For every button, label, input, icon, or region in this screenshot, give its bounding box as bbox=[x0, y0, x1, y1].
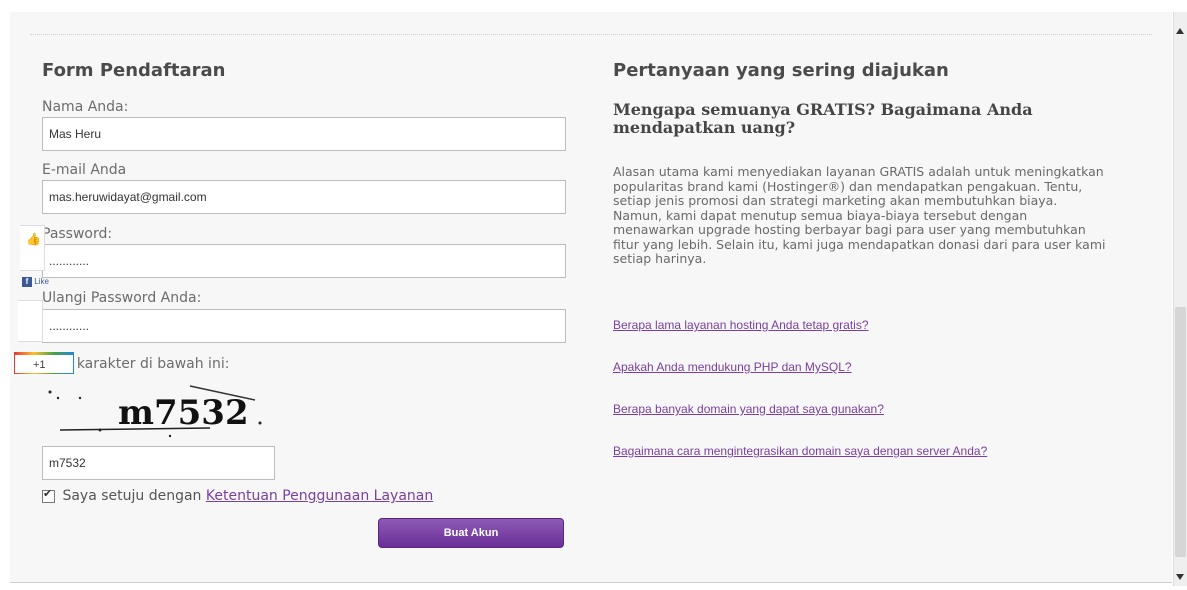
terms-checkbox[interactable] bbox=[42, 487, 55, 503]
email-input[interactable]: mas.heruwidayat@gmail.com bbox=[42, 180, 566, 214]
google-plus-button[interactable]: +1 bbox=[14, 352, 74, 374]
captcha-text: m7532 bbox=[118, 393, 249, 433]
confirm-password-label: Ulangi Password Anda: bbox=[42, 290, 202, 306]
terms-agreement: Saya setuju dengan Ketentuan Penggunaan … bbox=[42, 487, 433, 504]
confirm-password-input[interactable]: ............ bbox=[42, 309, 566, 343]
form-title: Form Pendaftaran bbox=[42, 60, 226, 81]
facebook-like-button[interactable]: f Like bbox=[22, 277, 54, 291]
captcha-image: m7532 bbox=[48, 385, 262, 438]
captcha-input[interactable]: m7532 bbox=[42, 446, 275, 480]
faq-title: Pertanyaan yang sering diajukan bbox=[613, 60, 949, 81]
name-input[interactable]: Mas Heru bbox=[42, 117, 566, 151]
scroll-up-arrow-icon[interactable] bbox=[1176, 28, 1184, 34]
faq-answer: Alasan utama kami menyediakan layanan GR… bbox=[613, 164, 1106, 266]
terms-text: Saya setuju dengan bbox=[62, 488, 202, 504]
faq-link-domain-integration[interactable]: Bagaimana cara mengintegrasikan domain s… bbox=[613, 444, 987, 458]
password-label: Password: bbox=[42, 226, 113, 242]
password-input[interactable]: ............ bbox=[42, 244, 566, 278]
like-label: Like bbox=[34, 277, 49, 287]
create-account-button[interactable]: Buat Akun bbox=[378, 518, 564, 548]
terms-link[interactable]: Ketentuan Penggunaan Layanan bbox=[206, 488, 433, 504]
faq-link-hosting-duration[interactable]: Berapa lama layanan hosting Anda tetap g… bbox=[613, 318, 869, 332]
email-label: E-mail Anda bbox=[42, 162, 127, 178]
facebook-icon: f bbox=[22, 277, 32, 287]
faq-link-php-mysql[interactable]: Apakah Anda mendukung PHP dan MySQL? bbox=[613, 360, 852, 374]
thumbs-up-icon: 👍 bbox=[26, 232, 41, 246]
faq-link-domain-count[interactable]: Berapa banyak domain yang dapat saya gun… bbox=[613, 402, 884, 416]
scroll-down-arrow-icon[interactable] bbox=[1176, 574, 1184, 580]
share-widget[interactable] bbox=[18, 300, 43, 342]
name-label: Nama Anda: bbox=[42, 99, 129, 115]
top-divider bbox=[30, 34, 1152, 35]
scrollbar[interactable] bbox=[1173, 12, 1187, 586]
scrollbar-thumb[interactable] bbox=[1175, 307, 1186, 557]
faq-question: Mengapa semuanya GRATIS? Bagaimana Anda … bbox=[613, 100, 1033, 137]
